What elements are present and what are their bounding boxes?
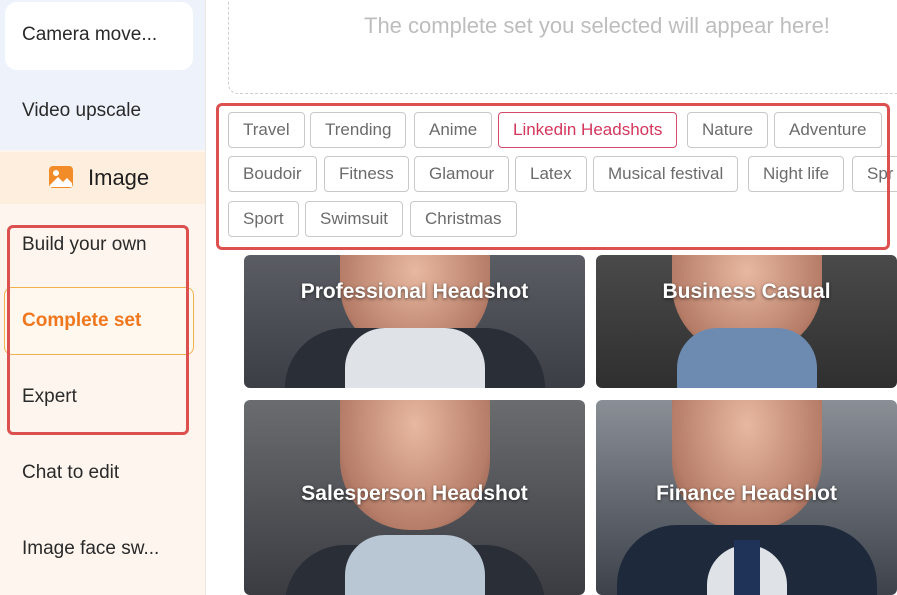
sidebar-item-label[interactable]: Camera move... bbox=[22, 24, 157, 46]
card-title: Business Casual bbox=[662, 280, 831, 303]
main-content: The complete set you selected will appea… bbox=[206, 0, 897, 595]
portrait-collar bbox=[344, 328, 485, 388]
portrait-face bbox=[671, 400, 822, 530]
style-card-finance-headshot[interactable]: Finance Headshot bbox=[596, 400, 897, 595]
highlight-box-tags bbox=[216, 103, 890, 250]
style-card-salesperson-headshot[interactable]: Salesperson Headshot bbox=[244, 400, 585, 595]
sidebar-item-video-upscale[interactable]: Video upscale bbox=[22, 100, 141, 122]
portrait-collar bbox=[344, 535, 485, 595]
card-title: Finance Headshot bbox=[656, 482, 837, 505]
sidebar-section-image[interactable]: Image bbox=[0, 152, 205, 204]
sidebar: Camera move... Video upscale Image Build… bbox=[0, 0, 206, 595]
selection-dropzone: The complete set you selected will appea… bbox=[228, 0, 897, 94]
card-image bbox=[596, 255, 897, 388]
style-card-professional-headshot[interactable]: Professional Headshot bbox=[244, 255, 585, 388]
sidebar-item-image-face-swap[interactable]: Image face sw... bbox=[22, 538, 159, 560]
sidebar-section-label: Image bbox=[88, 165, 150, 190]
card-image bbox=[244, 255, 585, 388]
sidebar-item-chat-to-edit[interactable]: Chat to edit bbox=[22, 462, 119, 484]
portrait-face bbox=[339, 400, 490, 530]
image-icon bbox=[49, 166, 73, 188]
card-title: Professional Headshot bbox=[300, 280, 529, 303]
highlight-box-sidebar bbox=[7, 225, 189, 435]
style-card-business-casual[interactable]: Business Casual bbox=[596, 255, 897, 388]
card-title: Salesperson Headshot bbox=[301, 482, 528, 505]
portrait-tie bbox=[733, 540, 760, 595]
dropzone-placeholder: The complete set you selected will appea… bbox=[364, 13, 830, 38]
portrait-collar bbox=[676, 328, 817, 388]
